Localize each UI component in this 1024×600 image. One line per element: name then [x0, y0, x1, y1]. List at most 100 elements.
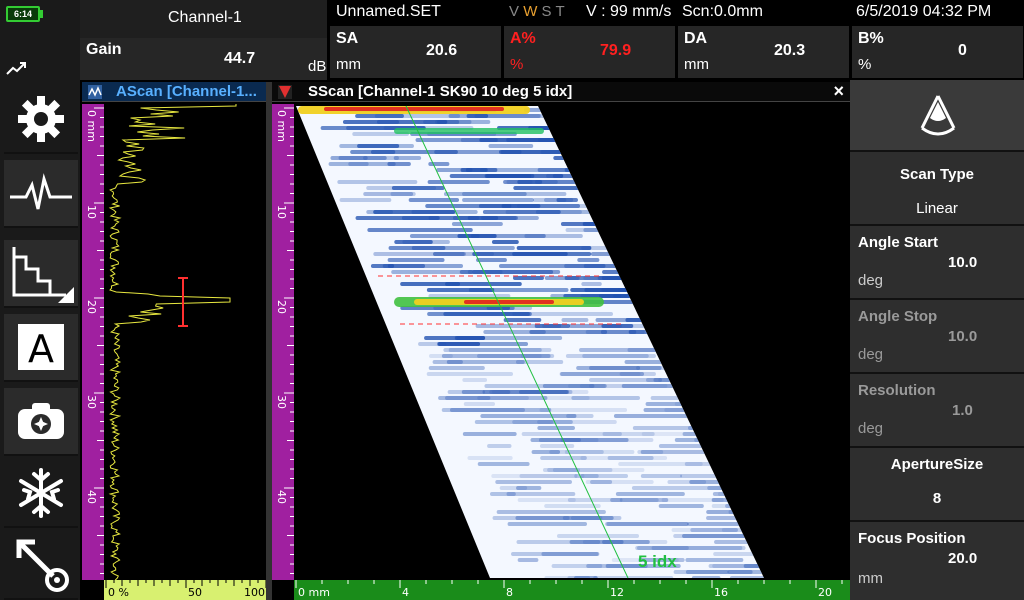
echo-band	[391, 186, 445, 190]
depth-tick-label: 10	[85, 205, 98, 219]
mode-w: W	[523, 3, 538, 20]
echo-band	[595, 318, 698, 322]
echo-band	[546, 174, 649, 178]
velocity-readout: V : 99 mm/s	[586, 3, 672, 20]
echo-band	[565, 228, 648, 232]
sa-unit: mm	[336, 56, 361, 73]
echo-band	[599, 294, 622, 298]
depth-tick-label: 20	[275, 300, 288, 314]
echo-band	[328, 162, 396, 166]
echo-flaw-core	[464, 300, 554, 304]
mode-v: V	[509, 3, 520, 20]
a-percent-box[interactable]: A% 79.9 %	[504, 26, 676, 78]
echo-band	[496, 510, 606, 514]
probe-view-button[interactable]	[850, 80, 1024, 152]
echo-band	[363, 192, 414, 196]
echo-band	[467, 456, 513, 460]
gain-box[interactable]: Gain 44.7 dB	[80, 38, 328, 80]
mode-letters: V W S T	[509, 3, 565, 20]
sscan-title: SScan [Channel-1 SK90 10 deg 5 idx]	[308, 83, 573, 100]
gain-value: 44.7	[224, 50, 256, 67]
aperture-size-setting[interactable]: ApertureSize 8	[850, 448, 1024, 522]
echo-band	[577, 258, 600, 262]
index-tick-label: 16	[714, 586, 728, 599]
angle-start-setting[interactable]: Angle Start 10.0 deg	[850, 226, 1024, 300]
waveform-icon	[8, 173, 74, 213]
echo-band	[489, 492, 516, 496]
sscan-ruler-ticks: 0 mm 10 20 30 40	[275, 107, 294, 574]
echo-band	[451, 222, 503, 226]
b-percent-box[interactable]: B% 0 %	[852, 26, 1024, 78]
index-tick-label: 20	[818, 586, 832, 599]
ascan-mode-button[interactable]: A	[4, 314, 78, 382]
angle-stop-setting[interactable]: Angle Stop 10.0 deg	[850, 300, 1024, 374]
echo-band	[717, 492, 764, 496]
echo-band	[561, 318, 589, 322]
da-label: DA	[684, 30, 708, 47]
scan-type-setting[interactable]: Scan Type Linear	[850, 152, 1024, 226]
depth-tick-label: 0 mm	[275, 110, 288, 142]
depth-tick-label: 20	[85, 300, 98, 314]
echo-band	[685, 558, 744, 562]
echo-band	[427, 180, 490, 184]
sa-box[interactable]: SA 20.6 mm	[330, 26, 502, 78]
echo-band	[650, 396, 679, 400]
b-percent-label: B%	[858, 30, 884, 47]
camera-button[interactable]	[4, 388, 78, 456]
sscan-image[interactable]: 5 idx	[294, 104, 850, 580]
echo-band	[367, 228, 473, 232]
echo-band	[363, 156, 399, 160]
freeze-button[interactable]	[4, 460, 78, 528]
amp-tick-label: 50	[188, 586, 202, 599]
calibration-button[interactable]	[4, 240, 78, 308]
echo-band	[632, 426, 709, 430]
echo-band	[411, 246, 515, 250]
probe-fan-icon	[918, 94, 958, 141]
echo-band	[411, 210, 478, 214]
echo-band	[673, 570, 729, 574]
da-box[interactable]: DA 20.3 mm	[678, 26, 850, 78]
ascan-title: AScan [Channel-1...	[116, 83, 257, 100]
echo-band	[727, 570, 753, 574]
echo-band	[539, 444, 575, 448]
echo-band	[680, 474, 741, 478]
trend-icon[interactable]	[6, 60, 28, 81]
sscan-canvas	[296, 105, 764, 579]
echo-band	[366, 210, 393, 214]
echo-band	[682, 534, 764, 538]
echo-band	[645, 402, 746, 406]
index-tick-label: 0 mm	[298, 586, 330, 599]
resolution-setting[interactable]: Resolution 1.0 deg	[850, 374, 1024, 448]
depth-tick-label: 10	[275, 205, 288, 219]
echo-band	[566, 414, 594, 418]
export-button[interactable]	[4, 530, 78, 600]
echo-band	[357, 144, 400, 148]
echo-band	[556, 534, 640, 538]
echo-band	[640, 474, 682, 478]
settings-button[interactable]	[4, 86, 78, 154]
echo-band	[570, 516, 603, 520]
echo-band	[624, 360, 699, 364]
resolution-label: Resolution	[858, 382, 936, 399]
echo-band	[544, 276, 580, 280]
svg-text:A: A	[28, 327, 54, 371]
close-icon[interactable]: ×	[833, 82, 844, 101]
channel-header[interactable]: Channel-1	[80, 0, 328, 38]
waveform-button[interactable]	[4, 160, 78, 228]
echo-band	[339, 198, 392, 202]
echo-band	[491, 474, 585, 478]
cursor-index-label: 5 idx	[638, 552, 677, 571]
echo-band	[544, 198, 574, 202]
echo-band	[391, 270, 473, 274]
ascan-title-bar[interactable]: AScan [Channel-1...	[82, 82, 266, 102]
echo-band	[433, 252, 465, 256]
echo-band	[481, 216, 519, 220]
echo-band	[613, 414, 724, 418]
focus-position-setting[interactable]: Focus Position 20.0 mm	[850, 522, 1024, 600]
ascan-plot[interactable]	[104, 104, 266, 581]
sa-label: SA	[336, 30, 359, 47]
echo-band	[450, 408, 552, 412]
sscan-title-bar[interactable]: SScan [Channel-1 SK90 10 deg 5 idx] ×	[272, 82, 850, 102]
sscan-depth-ruler: 0 mm 10 20 30 40	[272, 104, 294, 580]
amp-tick-label: 100	[244, 586, 265, 599]
